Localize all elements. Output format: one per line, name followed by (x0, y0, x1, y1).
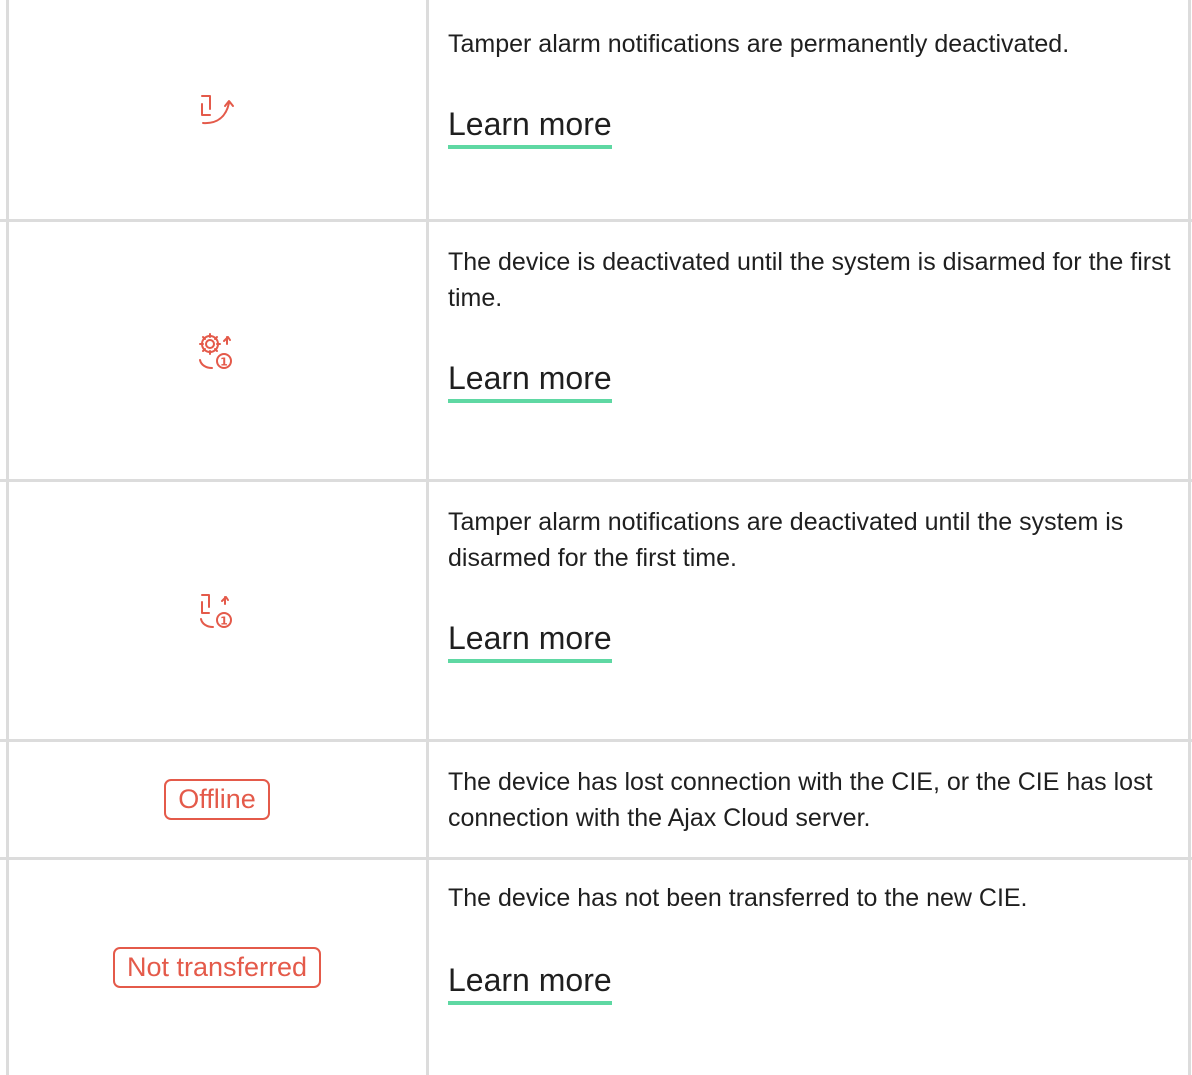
not-transferred-status-badge: Not transferred (112, 947, 322, 988)
row-description: The device has not been transferred to t… (448, 884, 1028, 912)
svg-text:1: 1 (220, 614, 228, 627)
icon-cell (8, 0, 426, 219)
icon-cell: Offline (8, 742, 426, 857)
offline-status-badge: Offline (164, 779, 270, 820)
tamper-deactivated-icon (199, 93, 235, 127)
learn-more-link[interactable]: Learn more (448, 358, 612, 403)
table-row: Not transferred The device has not been … (0, 860, 1192, 1075)
table-row: 1 The device is deactivated until the sy… (0, 222, 1192, 479)
row-description: Tamper alarm notifications are permanent… (448, 30, 1070, 58)
row-description: The device is deactivated until the syst… (448, 248, 1171, 312)
tamper-deactivated-until-disarm-icon: 1 (196, 591, 238, 631)
text-cell: Tamper alarm notifications are permanent… (448, 26, 1178, 149)
learn-more-link[interactable]: Learn more (448, 104, 612, 149)
text-cell: Tamper alarm notifications are deactivat… (448, 504, 1178, 663)
svg-text:1: 1 (220, 355, 228, 368)
icon-cell: 1 (8, 222, 426, 479)
learn-more-link[interactable]: Learn more (448, 960, 612, 1005)
text-cell: The device is deactivated until the syst… (448, 244, 1178, 403)
icon-cell: Not transferred (8, 860, 426, 1075)
device-deactivated-until-disarm-icon: 1 (196, 331, 238, 371)
text-cell: The device has not been transferred to t… (448, 880, 1178, 1005)
table-row: Offline The device has lost connection w… (0, 742, 1192, 857)
status-table: Tamper alarm notifications are permanent… (0, 0, 1192, 1075)
row-description: The device has lost connection with the … (448, 768, 1153, 832)
row-description: Tamper alarm notifications are deactivat… (448, 508, 1124, 572)
icon-cell: 1 (8, 482, 426, 739)
table-row: Tamper alarm notifications are permanent… (0, 0, 1192, 219)
learn-more-link[interactable]: Learn more (448, 618, 612, 663)
text-cell: The device has lost connection with the … (448, 764, 1178, 836)
table-row: 1 Tamper alarm notifications are deactiv… (0, 482, 1192, 739)
